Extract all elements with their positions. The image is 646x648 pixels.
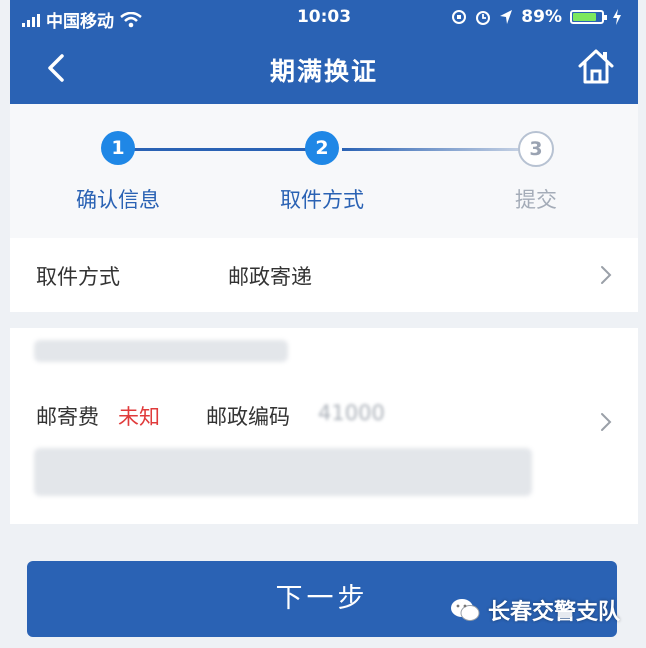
step-3-circle: 3 [518, 131, 554, 167]
step-1-circle: 1 [101, 131, 135, 165]
redacted-recipient [34, 340, 288, 362]
step-1-label: 确认信息 [76, 188, 160, 212]
orientation-lock-icon [452, 10, 467, 24]
watermark: 长春交警支队 [450, 594, 620, 626]
chevron-right-icon [601, 266, 612, 284]
address-card[interactable]: 邮寄费 未知 邮政编码 41000 [10, 328, 638, 524]
status-bar: 中国移动 10:03 89% [10, 0, 638, 36]
postcode-label: 邮政编码 [206, 405, 290, 429]
battery-level-fill [573, 13, 596, 21]
step-connector-2 [342, 148, 532, 151]
watermark-text: 长春交警支队 [488, 600, 621, 625]
battery-icon [570, 10, 607, 24]
postage-value: 未知 [118, 405, 160, 429]
app-header: 中国移动 10:03 89% 期满换证 [10, 0, 638, 104]
status-right: 89% [451, 7, 622, 27]
wechat-icon [451, 599, 480, 621]
redacted-address [34, 448, 532, 496]
back-button[interactable] [36, 46, 76, 90]
step-2-circle: 2 [305, 131, 339, 165]
nav-bar: 期满换证 [10, 38, 638, 100]
pickup-method-value: 邮政寄递 [228, 265, 312, 289]
progress-stepper: 1 2 3 确认信息 取件方式 提交 [10, 104, 638, 238]
page-title: 期满换证 [269, 57, 378, 86]
pickup-method-label: 取件方式 [36, 265, 120, 289]
pickup-method-row[interactable]: 取件方式 邮政寄递 [10, 238, 638, 312]
home-icon [578, 49, 614, 84]
chevron-left-icon [48, 54, 64, 82]
chevron-right-icon [601, 413, 612, 431]
location-icon [500, 10, 513, 24]
battery-percent: 89% [521, 7, 562, 27]
step-3-label: 提交 [515, 188, 557, 212]
charging-icon [613, 9, 621, 25]
postcode-value: 41000 [318, 401, 385, 425]
postage-label: 邮寄费 [36, 405, 99, 429]
step-connector-1 [118, 148, 326, 151]
step-2-label: 取件方式 [280, 188, 364, 212]
battery-tip [604, 15, 607, 20]
alarm-icon [476, 11, 491, 25]
home-button[interactable] [574, 44, 618, 88]
